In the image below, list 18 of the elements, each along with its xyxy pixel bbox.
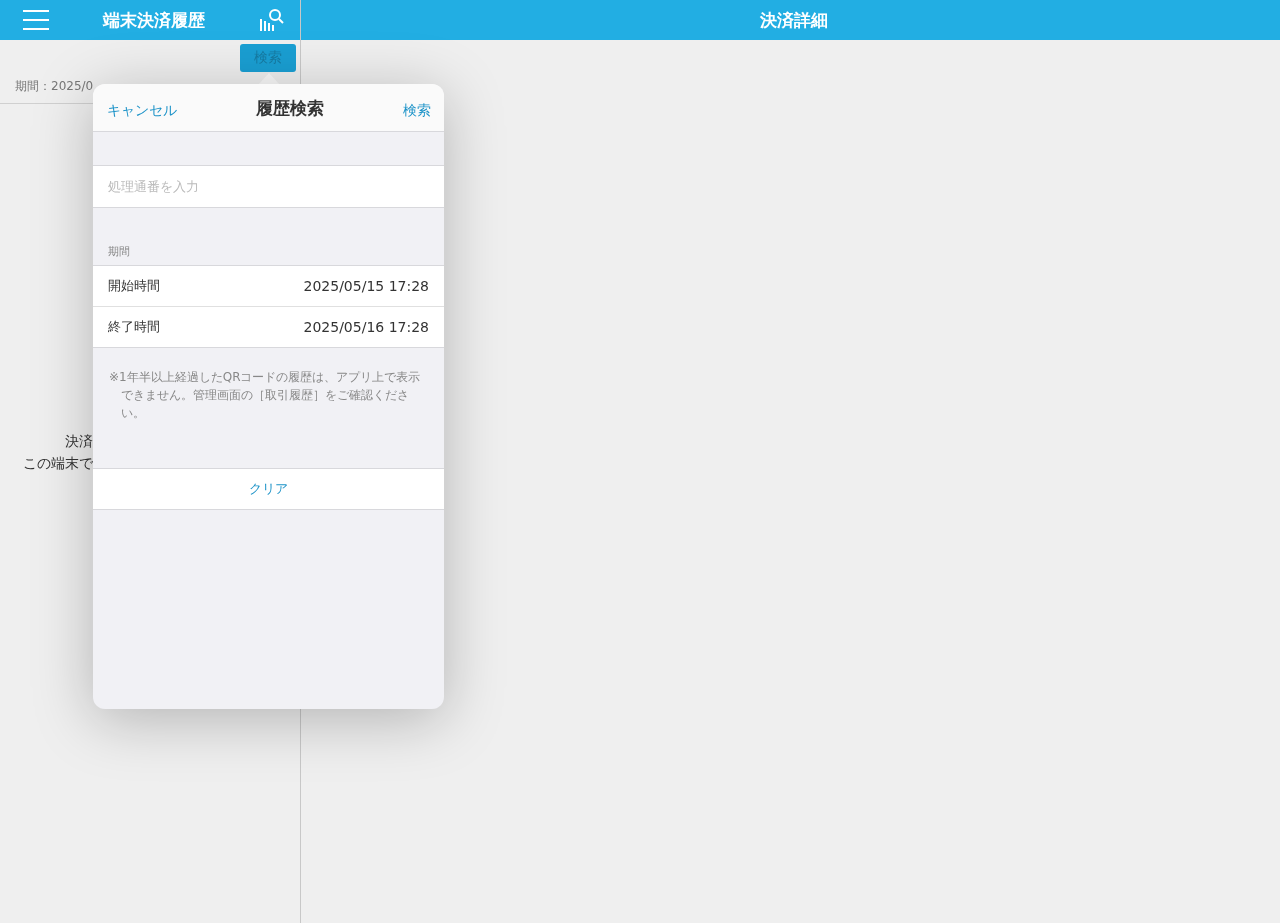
date-row[interactable]: 終了時間 2025/05/16 17:28 [93,307,444,347]
header-title: 端末決済履歴 [103,8,205,32]
message-text: この端末で [23,454,93,473]
row-label: 開始時間 [108,277,160,295]
clear-button[interactable]: クリア [93,468,444,510]
message-text: 決済 [65,432,93,451]
menu-icon [22,9,50,31]
section-label: 期間 [107,244,131,260]
row-value: 2025/05/16 17:28 [303,319,429,335]
date-row[interactable]: 開始時間 2025/05/15 17:28 [93,266,444,307]
note-text: ※1年半以上経過したQRコードの履歴は、アプリ上で表示できません。管理画面の［取引履歴］をご確認ください。 [108,369,422,422]
search-link[interactable]: 検索 [403,95,431,120]
header-title: 決済詳細 [759,8,828,32]
search-chart-icon [258,7,284,33]
row-value: 2025/05/15 17:28 [303,278,429,294]
search-history-button[interactable] [258,7,284,33]
row-label: 終了時間 [108,318,160,336]
menu-button[interactable] [22,9,50,31]
